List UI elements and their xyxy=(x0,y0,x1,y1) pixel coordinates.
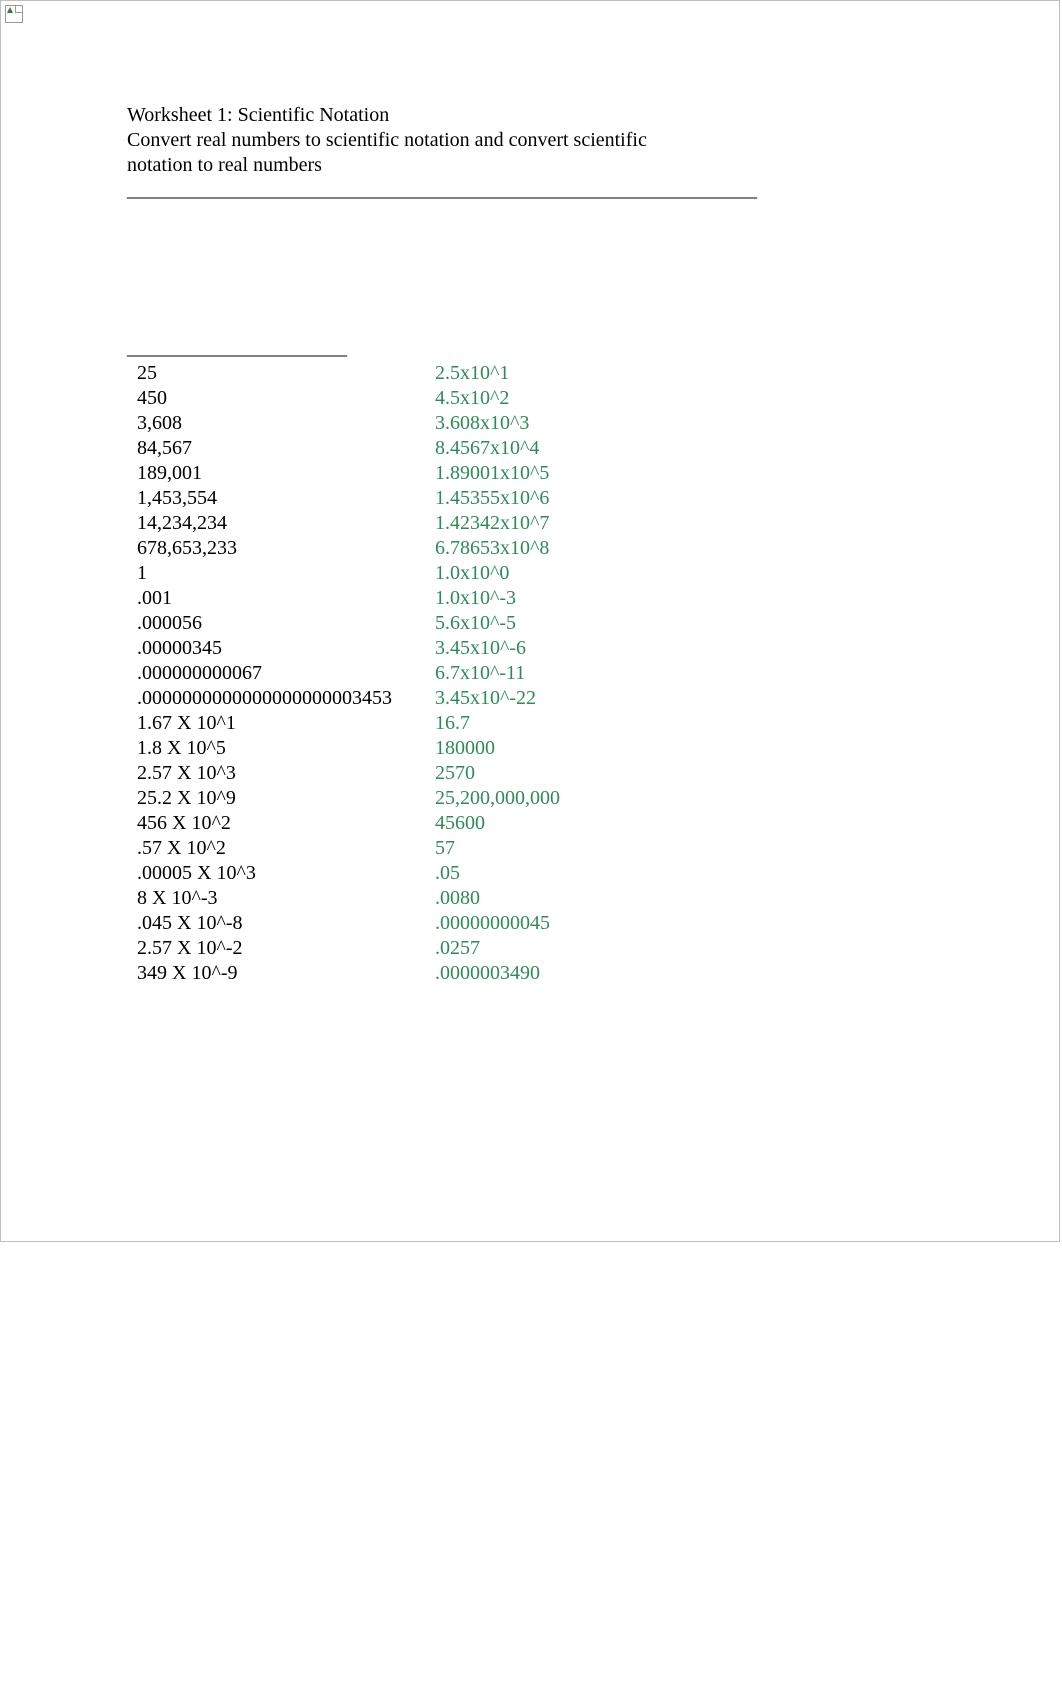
table-row: .00005 X 10^3.05 xyxy=(137,861,827,886)
answer-value: 8.4567x10^4 xyxy=(435,436,539,461)
input-value: 84,567 xyxy=(137,436,435,461)
table-row: .0000000000676.7x10^-11 xyxy=(137,661,827,686)
table-row: .0011.0x10^-3 xyxy=(137,586,827,611)
input-value: .0000000000000000000003453 xyxy=(137,686,435,711)
table-row: 4504.5x10^2 xyxy=(137,386,827,411)
input-value: 1,453,554 xyxy=(137,486,435,511)
page-frame: Worksheet 1: Scientific Notation Convert… xyxy=(0,0,1060,1242)
answer-value: 1.42342x10^7 xyxy=(435,511,549,536)
answer-value: 6.7x10^-11 xyxy=(435,661,525,686)
input-value: 1 xyxy=(137,561,435,586)
table-row: 456 X 10^245600 xyxy=(137,811,827,836)
table-row: 14,234,2341.42342x10^7 xyxy=(137,511,827,536)
answer-value: 4.5x10^2 xyxy=(435,386,509,411)
input-value: .045 X 10^-8 xyxy=(137,911,435,936)
input-value: .00005 X 10^3 xyxy=(137,861,435,886)
answer-value: 16.7 xyxy=(435,711,470,736)
answer-value: 57 xyxy=(435,836,455,861)
table-row: 349 X 10^-9.0000003490 xyxy=(137,961,827,986)
answer-value: 5.6x10^-5 xyxy=(435,611,516,636)
table-row: 2.57 X 10^-2.0257 xyxy=(137,936,827,961)
table-row: 1.67 X 10^116.7 xyxy=(137,711,827,736)
table-row: 1,453,5541.45355x10^6 xyxy=(137,486,827,511)
answer-value: 3.45x10^-22 xyxy=(435,686,536,711)
table-row: .0000565.6x10^-5 xyxy=(137,611,827,636)
input-value: 189,001 xyxy=(137,461,435,486)
answer-value: 3.608x10^3 xyxy=(435,411,529,436)
table-row: 252.5x10^1 xyxy=(137,361,827,386)
input-value: .000000000067 xyxy=(137,661,435,686)
table-row: 8 X 10^-3.0080 xyxy=(137,886,827,911)
input-value: 8 X 10^-3 xyxy=(137,886,435,911)
answer-value: 2.5x10^1 xyxy=(435,361,509,386)
answer-value: .0080 xyxy=(435,886,480,911)
worksheet-subtitle: Convert real numbers to scientific notat… xyxy=(127,128,687,178)
answer-value: 1.0x10^0 xyxy=(435,561,509,586)
answer-value: 1.89001x10^5 xyxy=(435,461,549,486)
spacer xyxy=(127,203,827,336)
table-row: .00000000000000000000034533.45x10^-22 xyxy=(137,686,827,711)
answer-value: 45600 xyxy=(435,811,485,836)
table-row: 189,0011.89001x10^5 xyxy=(137,461,827,486)
answer-value: 25,200,000,000 xyxy=(435,786,560,811)
broken-image-icon xyxy=(5,5,23,23)
divider-line-1: ________________________________________… xyxy=(127,178,827,203)
conversion-table: 252.5x10^1 4504.5x10^2 3,6083.608x10^3 8… xyxy=(127,361,827,986)
answer-value: 180000 xyxy=(435,736,495,761)
input-value: 14,234,234 xyxy=(137,511,435,536)
input-value: 2.57 X 10^3 xyxy=(137,761,435,786)
input-value: .001 xyxy=(137,586,435,611)
answer-value: .0000003490 xyxy=(435,961,540,986)
answer-value: 1.0x10^-3 xyxy=(435,586,516,611)
page-content: Worksheet 1: Scientific Notation Convert… xyxy=(127,103,827,986)
table-row: 84,5678.4567x10^4 xyxy=(137,436,827,461)
input-value: 25.2 X 10^9 xyxy=(137,786,435,811)
input-value: .57 X 10^2 xyxy=(137,836,435,861)
table-row: 3,6083.608x10^3 xyxy=(137,411,827,436)
input-value: .000056 xyxy=(137,611,435,636)
answer-value: 6.78653x10^8 xyxy=(435,536,549,561)
table-row: 2.57 X 10^32570 xyxy=(137,761,827,786)
input-value: 1.8 X 10^5 xyxy=(137,736,435,761)
table-row: .57 X 10^257 xyxy=(137,836,827,861)
worksheet-title: Worksheet 1: Scientific Notation xyxy=(127,103,827,128)
input-value: 3,608 xyxy=(137,411,435,436)
answer-value: .0257 xyxy=(435,936,480,961)
answer-value: .00000000045 xyxy=(435,911,550,936)
input-value: 2.57 X 10^-2 xyxy=(137,936,435,961)
answer-value: .05 xyxy=(435,861,460,886)
input-value: 678,653,233 xyxy=(137,536,435,561)
input-value: 456 X 10^2 xyxy=(137,811,435,836)
divider-line-2: ______________________ xyxy=(127,336,827,361)
input-value: .00000345 xyxy=(137,636,435,661)
table-row: 678,653,2336.78653x10^8 xyxy=(137,536,827,561)
table-row: 11.0x10^0 xyxy=(137,561,827,586)
input-value: 450 xyxy=(137,386,435,411)
input-value: 25 xyxy=(137,361,435,386)
answer-value: 2570 xyxy=(435,761,475,786)
table-row: 1.8 X 10^5180000 xyxy=(137,736,827,761)
input-value: 1.67 X 10^1 xyxy=(137,711,435,736)
input-value: 349 X 10^-9 xyxy=(137,961,435,986)
answer-value: 1.45355x10^6 xyxy=(435,486,549,511)
answer-value: 3.45x10^-6 xyxy=(435,636,526,661)
table-row: .045 X 10^-8.00000000045 xyxy=(137,911,827,936)
table-row: .000003453.45x10^-6 xyxy=(137,636,827,661)
table-row: 25.2 X 10^925,200,000,000 xyxy=(137,786,827,811)
